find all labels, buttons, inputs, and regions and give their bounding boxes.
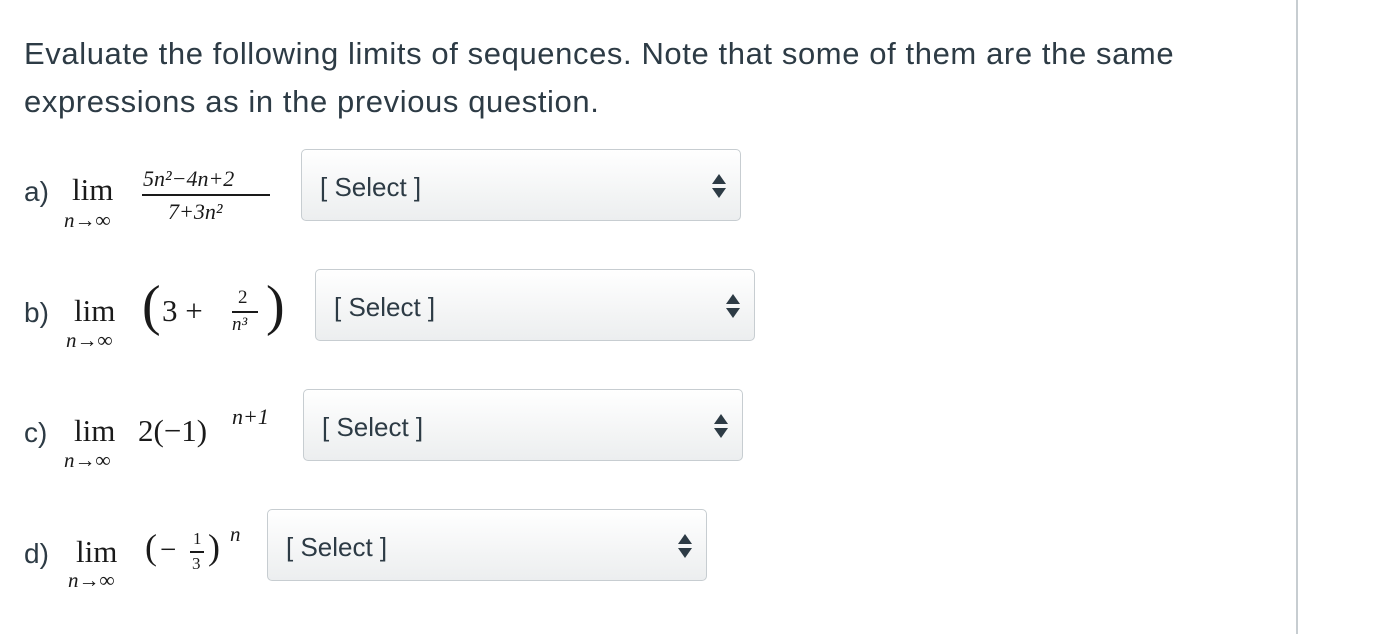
part-d-left-paren: (	[145, 527, 157, 567]
part-c-answer-select[interactable]: [ Select ]	[303, 389, 743, 461]
part-c-select-value: [ Select ]	[322, 412, 424, 442]
part-b-fraction-bar	[232, 311, 258, 313]
part-d-answer-select[interactable]: [ Select ]	[267, 509, 707, 581]
part-b-lead: 3 +	[162, 293, 203, 328]
part-d-exponent: n	[230, 522, 241, 546]
part-d-select-value: [ Select ]	[286, 532, 388, 562]
part-a-denominator: 7+3n²	[168, 199, 223, 224]
part-b-select-value: [ Select ]	[334, 292, 436, 322]
part-c-label: c)	[24, 417, 48, 448]
select-arrows-icon	[712, 174, 726, 200]
part-a-numerator: 5n²−4n+2	[143, 166, 235, 191]
part-b-label: b)	[24, 297, 49, 328]
part-b-right-paren: )	[266, 275, 285, 337]
select-arrows-icon	[678, 534, 692, 560]
part-b-limit-subscript: n→∞	[66, 328, 113, 352]
select-arrows-icon	[714, 414, 728, 440]
part-c-expression: 2(−1)	[138, 413, 208, 448]
part-d-limit-subscript: n→∞	[68, 568, 115, 592]
part-d-fraction-bar	[190, 551, 204, 553]
part-b-left-paren: (	[142, 275, 161, 337]
part-a-select-value: [ Select ]	[320, 172, 422, 202]
part-b-denominator: n³	[232, 314, 248, 335]
part-a-fraction-bar	[142, 194, 270, 196]
part-d-lim: lim	[76, 534, 118, 569]
right-border	[1296, 0, 1298, 634]
part-d-sign: −	[160, 534, 177, 566]
part-b-lim: lim	[74, 293, 116, 328]
question-instructions: Evaluate the following limits of sequenc…	[24, 36, 1175, 119]
part-c-lim: lim	[74, 413, 116, 448]
select-arrows-icon	[726, 294, 740, 320]
part-a-limit-subscript: n→∞	[64, 208, 111, 232]
part-b-numerator: 2	[238, 287, 248, 308]
part-d-denominator: 3	[192, 554, 201, 573]
part-c-exponent: n+1	[232, 404, 269, 429]
part-c-limit-subscript: n→∞	[64, 448, 111, 472]
part-b-answer-select[interactable]: [ Select ]	[315, 269, 755, 341]
part-a-lim: lim	[72, 172, 114, 207]
part-a-answer-select[interactable]: [ Select ]	[301, 149, 741, 221]
part-a-label: a)	[24, 176, 49, 207]
part-d-label: d)	[24, 538, 49, 569]
part-d-right-paren: )	[208, 527, 220, 567]
part-d-numerator: 1	[193, 529, 202, 548]
